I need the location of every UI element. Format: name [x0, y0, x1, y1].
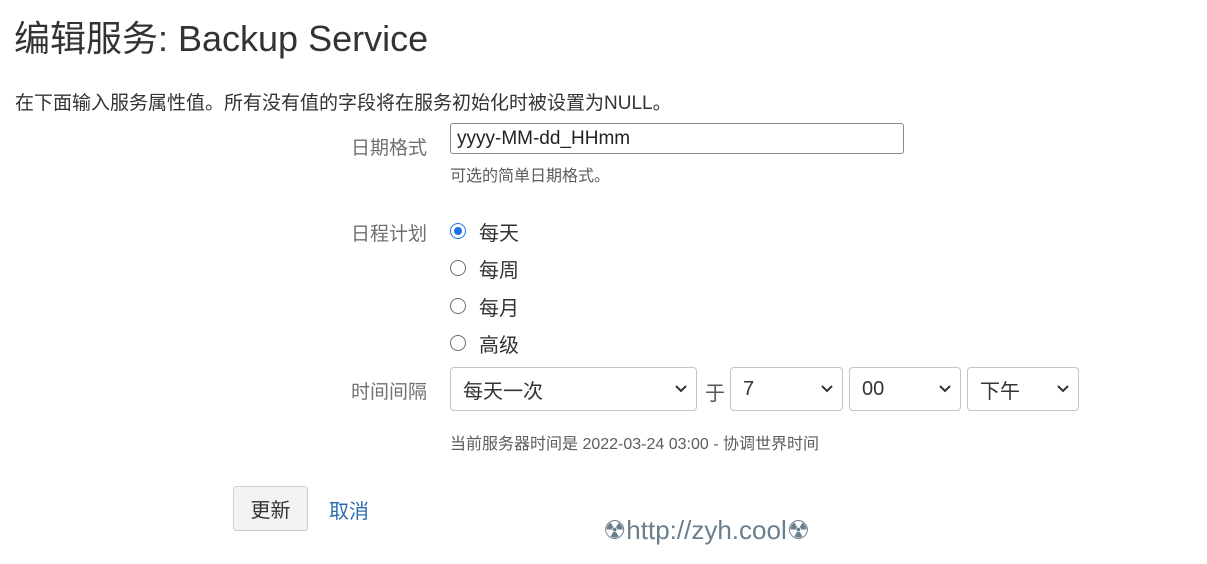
frequency-select[interactable]: 每天一次: [450, 367, 697, 411]
ampm-select[interactable]: 下午: [967, 367, 1079, 411]
hour-select-value: 7: [743, 377, 755, 400]
schedule-option-advanced[interactable]: 高级: [450, 331, 519, 357]
date-format-label: 日期格式: [350, 138, 427, 159]
update-button[interactable]: 更新: [233, 486, 308, 531]
chevron-down-icon: [821, 385, 833, 393]
chevron-down-icon: [939, 385, 951, 393]
minute-select-value: 00: [862, 377, 885, 400]
ampm-select-value: 下午: [980, 380, 1020, 403]
radio-unchecked-icon[interactable]: [450, 260, 466, 276]
page-description: 在下面输入服务属性值。所有没有值的字段将在服务初始化时被设置为NULL。: [15, 93, 672, 114]
schedule-option-label: 每天: [479, 222, 519, 245]
schedule-option-daily[interactable]: 每天: [450, 219, 519, 245]
chevron-down-icon: [1057, 385, 1069, 393]
cancel-link[interactable]: 取消: [329, 495, 369, 524]
minute-select[interactable]: 00: [849, 367, 961, 411]
schedule-option-label: 高级: [479, 334, 519, 357]
watermark-text: ☢http://zyh.cool☢: [603, 515, 811, 545]
hour-select[interactable]: 7: [730, 367, 843, 411]
interval-label: 时间间隔: [350, 382, 427, 403]
date-format-help: 可选的简单日期格式。: [450, 168, 611, 185]
at-separator-label: 于: [705, 383, 725, 405]
schedule-option-weekly[interactable]: 每周: [450, 256, 519, 282]
radio-unchecked-icon[interactable]: [450, 335, 466, 351]
chevron-down-icon: [675, 385, 687, 393]
server-time-note: 当前服务器时间是 2022-03-24 03:00 - 协调世界时间: [450, 436, 819, 453]
schedule-option-label: 每周: [479, 259, 519, 282]
frequency-select-value: 每天一次: [463, 380, 543, 403]
schedule-option-monthly[interactable]: 每月: [450, 294, 519, 320]
page-title: 编辑服务: Backup Service: [14, 18, 429, 59]
schedule-option-label: 每月: [479, 297, 519, 320]
radio-checked-icon[interactable]: [450, 223, 466, 239]
radio-unchecked-icon[interactable]: [450, 298, 466, 314]
schedule-label: 日程计划: [350, 224, 427, 245]
date-format-input[interactable]: [450, 123, 904, 154]
